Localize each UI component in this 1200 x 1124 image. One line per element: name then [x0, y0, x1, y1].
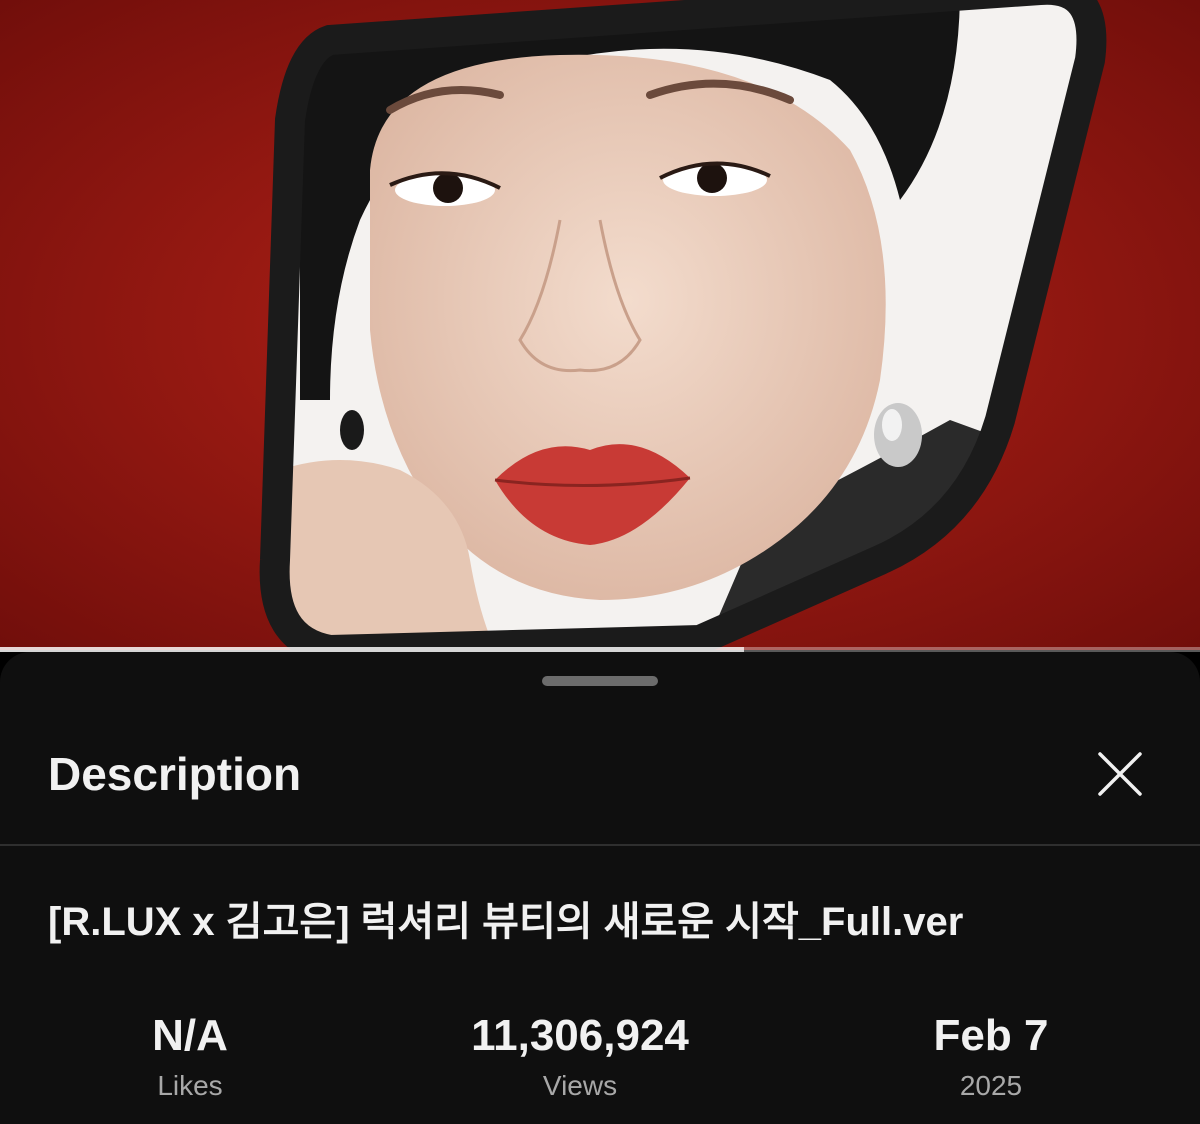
publish-year: 2025	[959, 1070, 1023, 1101]
description-sheet: Description [R.LUX x 김고은] 럭셔리 뷰티의 새로운 시작…	[0, 652, 1200, 1124]
publish-date: Feb 7	[933, 1011, 1049, 1060]
sheet-drag-handle[interactable]	[542, 676, 658, 686]
video-frame-image	[0, 0, 1200, 650]
views-count: 11,306,924	[471, 1011, 689, 1060]
video-title: [R.LUX x 김고은] 럭셔리 뷰티의 새로운 시작_Full.ver	[48, 900, 964, 944]
likes-count: N/A	[152, 1011, 228, 1060]
likes-stat: N/A Likes	[40, 1008, 340, 1106]
close-button[interactable]	[1090, 748, 1146, 804]
close-icon	[1098, 752, 1142, 796]
views-label: Views	[542, 1070, 618, 1101]
likes-label: Likes	[157, 1070, 223, 1101]
sheet-title: Description	[48, 748, 302, 800]
video-player[interactable]	[0, 0, 1200, 650]
date-stat: Feb 7 2025	[841, 1008, 1141, 1106]
views-stat: 11,306,924 Views	[430, 1008, 730, 1106]
sheet-divider	[0, 844, 1200, 846]
